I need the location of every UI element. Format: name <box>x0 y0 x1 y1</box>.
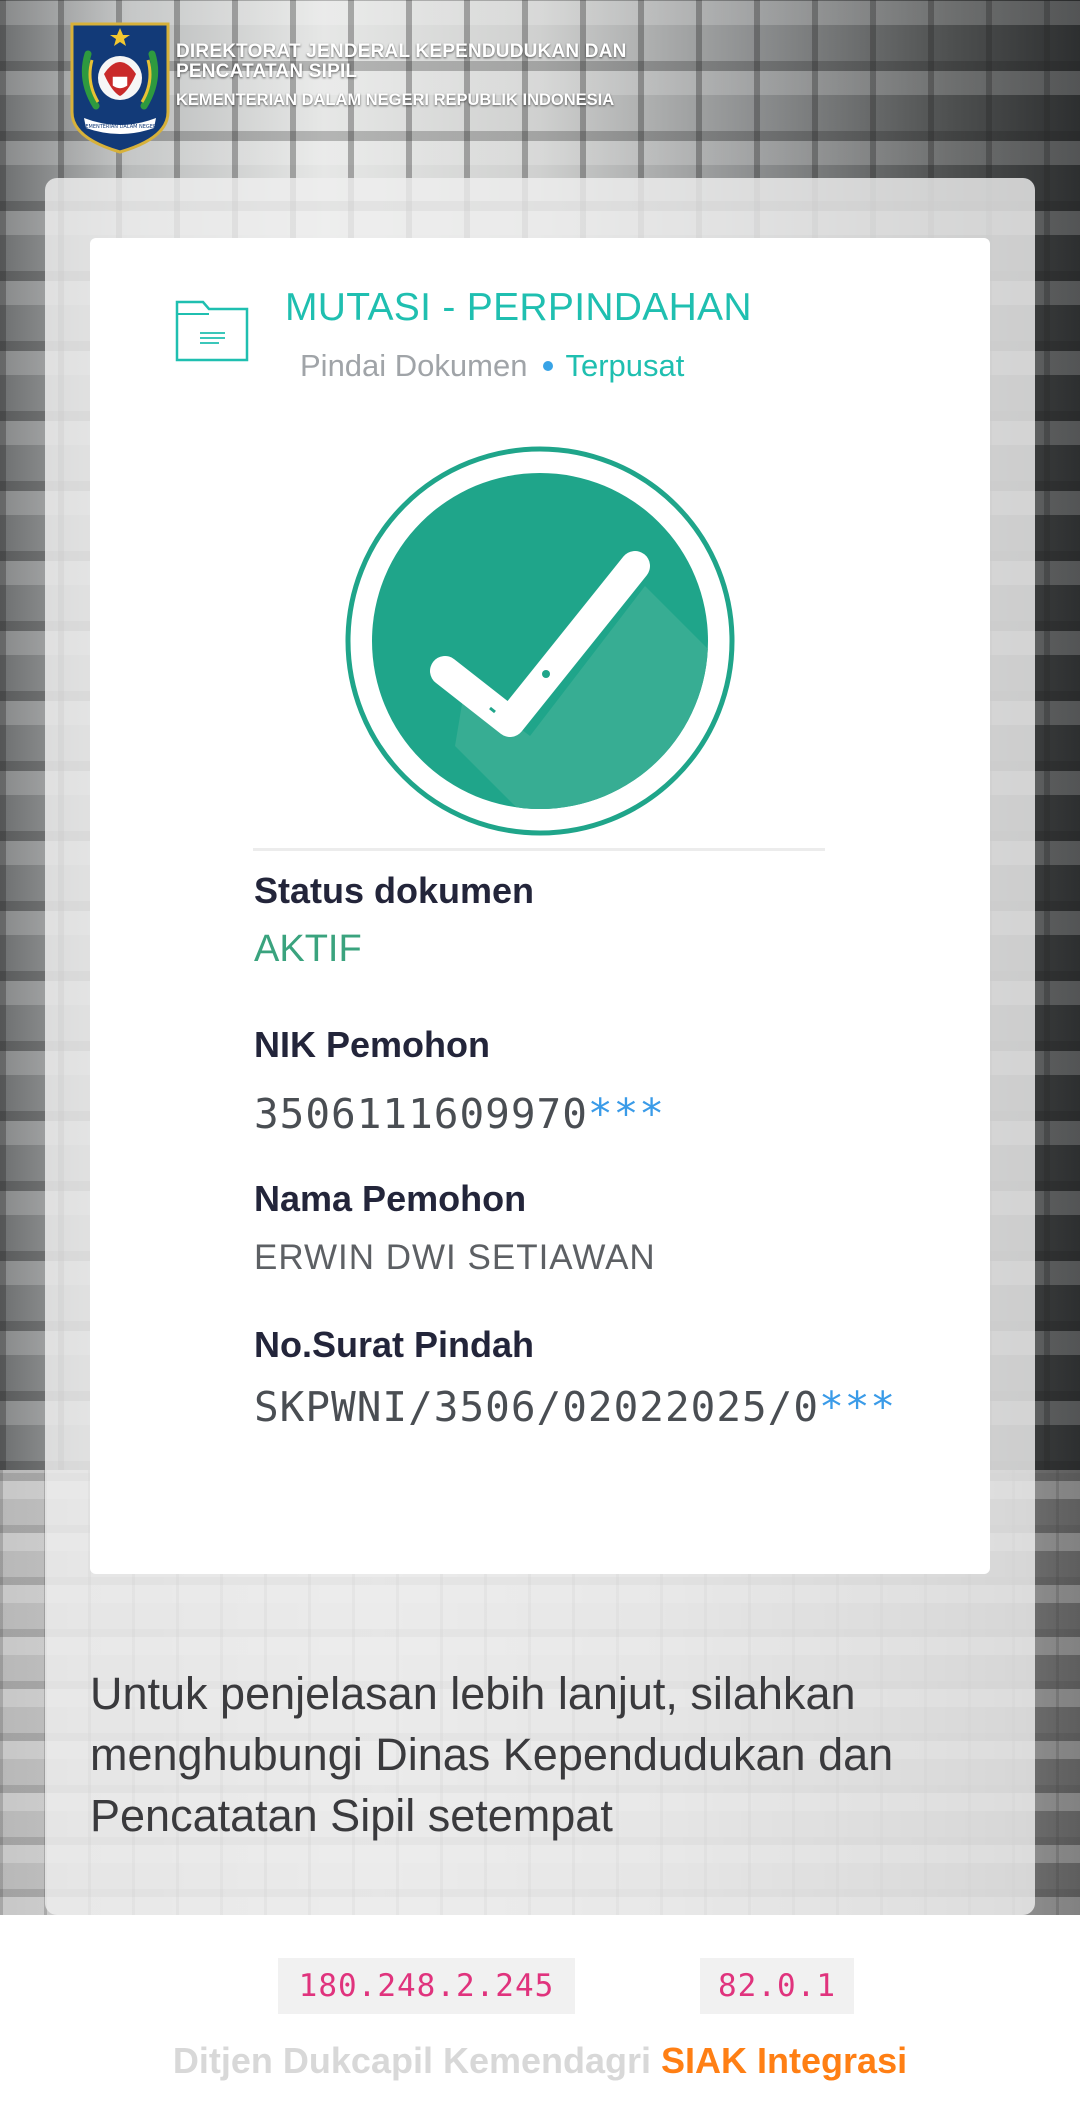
ip-address-chip: 180.248.2.245 <box>278 1958 575 2014</box>
version-chip: 82.0.1 <box>700 1958 854 2014</box>
card-subtitle: Pindai Dokumen Terpusat <box>300 348 684 384</box>
info-text: Untuk penjelasan lebih lanjut, silahkan … <box>90 1668 894 1841</box>
nik-value: 3506111609970*** <box>254 1090 665 1138</box>
credit-siak-link[interactable]: SIAK Integrasi <box>661 2040 907 2081</box>
footer <box>0 1915 1080 2121</box>
divider <box>253 848 825 851</box>
header-line-2: PENCATATAN SIPIL <box>176 61 358 82</box>
header-text: DIREKTORAT JENDERAL KEPENDUDUKAN DAN PEN… <box>176 42 627 110</box>
document-card: MUTASI - PERPINDAHAN Pindai Dokumen Terpu… <box>90 238 990 1574</box>
name-value: ERWIN DWI SETIAWAN <box>254 1238 656 1277</box>
subtitle-scan-document: Pindai Dokumen <box>300 348 528 383</box>
nik-label: NIK Pemohon <box>254 1024 491 1065</box>
header-line-3: KEMENTERIAN DALAM NEGERI REPUBLIK INDONE… <box>176 91 615 109</box>
surat-number: SKPWNI/3506/02022025/0 <box>254 1383 820 1431</box>
footer-credit: Ditjen Dukcapil Kemendagri SIAK Integras… <box>0 2040 1080 2082</box>
logo-text: KEMENTERIAN DALAM NEGERI <box>82 124 158 130</box>
nik-number: 3506111609970 <box>254 1090 588 1138</box>
header: KEMENTERIAN DALAM NEGERI DIREKTORAT JEND… <box>68 20 627 156</box>
document-icon <box>175 300 249 362</box>
surat-value: SKPWNI/3506/02022025/0*** <box>254 1383 896 1431</box>
nik-mask: *** <box>587 1090 665 1138</box>
surat-label: No.Surat Pindah <box>254 1324 535 1365</box>
subtitle-centralized: Terpusat <box>565 348 685 383</box>
card-title: MUTASI - PERPINDAHAN <box>285 286 752 329</box>
status-label: Status dokumen <box>254 870 535 911</box>
subtitle-dot-icon <box>543 360 554 371</box>
status-value: AKTIF <box>254 928 362 970</box>
surat-mask: *** <box>819 1383 897 1431</box>
header-line-1: DIREKTORAT JENDERAL KEPENDUDUKAN DAN <box>176 41 627 62</box>
credit-ditjen: Ditjen Dukcapil Kemendagri <box>172 2040 652 2081</box>
garuda-logo-icon: KEMENTERIAN DALAM NEGERI <box>70 22 170 154</box>
checkmark-badge-icon <box>345 446 735 836</box>
name-label: Nama Pemohon <box>254 1178 527 1219</box>
